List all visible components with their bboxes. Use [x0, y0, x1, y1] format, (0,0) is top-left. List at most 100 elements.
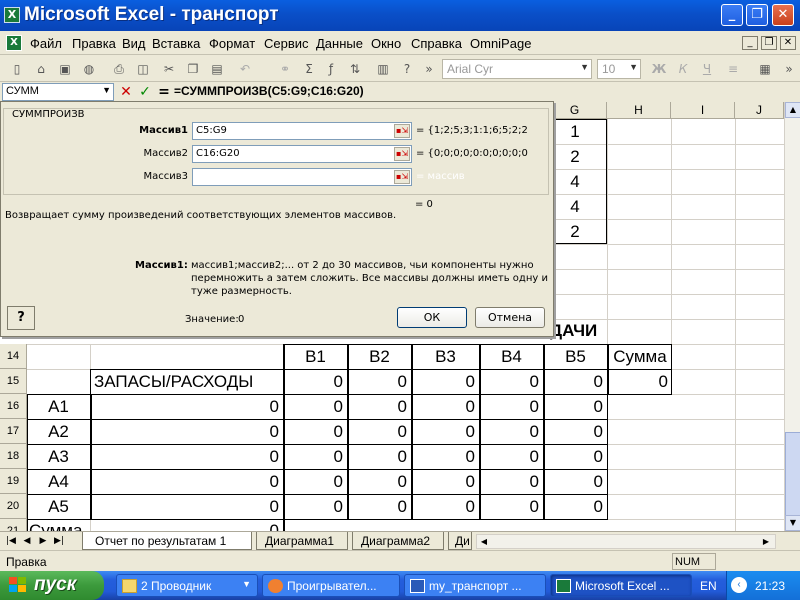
table-cell[interactable]: 0 — [284, 447, 347, 467]
underline-icon[interactable]: Ч — [698, 60, 716, 78]
table-cell[interactable]: 0 — [480, 447, 543, 467]
row-header[interactable]: 19 — [0, 469, 27, 494]
collapse-dialog-icon[interactable]: ▪⇲ — [394, 147, 410, 161]
table-cell[interactable]: 0 — [412, 497, 479, 517]
row-header[interactable]: 18 — [0, 444, 27, 469]
sheet-tab-report[interactable]: Отчет по результатам 1 — [82, 532, 252, 550]
language-indicator[interactable]: EN — [700, 579, 717, 593]
hyperlink-icon[interactable]: ⚭ — [276, 60, 294, 78]
table-cell[interactable]: 0 — [284, 422, 347, 442]
supply-cell[interactable]: 0 — [412, 372, 479, 392]
prev-sheet-icon[interactable]: ◀ — [20, 534, 34, 548]
sheet-tab-chart3[interactable]: Ди — [448, 532, 472, 550]
more-icon-2[interactable]: » — [780, 60, 798, 78]
menu-file[interactable]: Файл — [30, 36, 62, 51]
close-button[interactable]: ✕ — [772, 4, 794, 26]
arg1-input[interactable]: C5:G9 ▪⇲ — [192, 122, 412, 140]
chart-icon[interactable]: ▥ — [374, 60, 392, 78]
doc-close-button[interactable]: ✕ — [780, 36, 796, 50]
undo-icon[interactable]: ↶ — [236, 60, 254, 78]
supply-cell[interactable]: 0 — [348, 372, 411, 392]
header-cell[interactable]: B1 — [284, 347, 347, 367]
header-cell[interactable]: B4 — [480, 347, 543, 367]
scroll-thumb[interactable] — [785, 432, 800, 522]
supply-cell[interactable]: 0 — [544, 372, 607, 392]
header-cell[interactable]: B2 — [348, 347, 411, 367]
row-header[interactable]: 16 — [0, 394, 27, 419]
horizontal-scrollbar[interactable]: ◀ ▶ — [476, 534, 776, 549]
maximize-button[interactable]: ❐ — [746, 4, 768, 26]
task-explorer[interactable]: 2 Проводник ▼ — [116, 574, 258, 597]
task-excel[interactable]: Microsoft Excel ... — [550, 574, 692, 597]
sheet-tab-chart1[interactable]: Диаграмма1 — [256, 532, 348, 550]
sort-icon[interactable]: ⇅ — [346, 60, 364, 78]
italic-icon[interactable]: К — [674, 60, 692, 78]
font-name-select[interactable]: Arial Cyr ▼ — [442, 59, 592, 79]
supply-cell[interactable]: 0 — [284, 372, 347, 392]
help-icon[interactable]: ? — [398, 60, 416, 78]
minimize-button[interactable]: _ — [721, 4, 743, 26]
menu-tools[interactable]: Сервис — [264, 36, 309, 51]
start-button[interactable]: пуск — [0, 571, 104, 600]
row-label[interactable]: A2 — [27, 422, 90, 442]
scroll-right-icon[interactable]: ▶ — [759, 535, 773, 549]
menu-edit[interactable]: Правка — [72, 36, 116, 51]
row-total[interactable]: 0 — [91, 472, 283, 492]
doc-minimize-button[interactable]: _ — [742, 36, 758, 50]
collapse-dialog-icon[interactable]: ▪⇲ — [394, 170, 410, 184]
table-cell[interactable]: 0 — [284, 497, 347, 517]
preview-icon[interactable]: ◫ — [134, 60, 152, 78]
workbook-icon[interactable]: X — [6, 35, 22, 51]
table-cell[interactable]: 0 — [480, 422, 543, 442]
column-header-i[interactable]: I — [671, 102, 735, 119]
help-button[interactable]: ? — [7, 306, 35, 330]
table-cell[interactable]: 0 — [348, 447, 411, 467]
formula-input[interactable]: =СУММПРОИЗВ(C5:G9;C16:G20) — [174, 84, 364, 98]
task-media-player[interactable]: Проигрывател... — [262, 574, 400, 597]
table-cell[interactable]: 0 — [348, 397, 411, 417]
menu-help[interactable]: Справка — [411, 36, 462, 51]
row-total[interactable]: 0 — [91, 422, 283, 442]
row-header[interactable]: 17 — [0, 419, 27, 444]
copy-icon[interactable]: ❐ — [184, 60, 202, 78]
last-sheet-icon[interactable]: ▶| — [52, 534, 66, 548]
supply-label[interactable]: ЗАПАСЫ/РАСХОДЫ — [94, 372, 253, 392]
ok-button[interactable]: ОК — [397, 307, 467, 328]
table-cell[interactable]: 0 — [544, 472, 607, 492]
more-icon[interactable]: » — [420, 60, 438, 78]
supply-cell[interactable]: 0 — [608, 372, 672, 392]
scroll-up-icon[interactable]: ▲ — [785, 102, 800, 118]
borders-icon[interactable]: ▦ — [756, 60, 774, 78]
row-header[interactable]: 20 — [0, 494, 27, 519]
table-cell[interactable]: 0 — [480, 472, 543, 492]
row-label[interactable]: A4 — [27, 472, 90, 492]
row-header[interactable]: 14 — [0, 344, 27, 369]
new-icon[interactable]: ▯ — [8, 60, 26, 78]
table-cell[interactable]: 0 — [348, 497, 411, 517]
collapse-dialog-icon[interactable]: ▪⇲ — [394, 124, 410, 138]
name-box[interactable]: СУММ ▼ — [2, 83, 114, 101]
table-cell[interactable]: 0 — [348, 472, 411, 492]
row-total[interactable]: 0 — [91, 447, 283, 467]
table-cell[interactable]: 0 — [544, 497, 607, 517]
sheet-tab-chart2[interactable]: Диаграмма2 — [352, 532, 444, 550]
print-icon[interactable]: ⎙ — [110, 60, 128, 78]
cancel-button[interactable]: Отмена — [475, 307, 545, 328]
menu-window[interactable]: Окно — [371, 36, 401, 51]
vertical-scrollbar[interactable]: ▲ ▼ — [784, 102, 800, 531]
table-cell[interactable]: 0 — [544, 397, 607, 417]
sum-label[interactable]: Сумма — [29, 521, 82, 531]
arg3-input[interactable]: ▪⇲ — [192, 168, 412, 186]
header-cell[interactable]: Сумма — [608, 347, 672, 367]
clock[interactable]: 21:23 — [755, 579, 785, 593]
supply-cell[interactable]: 0 — [480, 372, 543, 392]
cut-icon[interactable]: ✂ — [160, 60, 178, 78]
doc-restore-button[interactable]: ❐ — [761, 36, 777, 50]
menu-data[interactable]: Данные — [316, 36, 363, 51]
menu-view[interactable]: Вид — [122, 36, 146, 51]
column-header-j[interactable]: J — [735, 102, 784, 119]
function-icon[interactable]: ƒ — [322, 60, 340, 78]
table-cell[interactable]: 0 — [412, 397, 479, 417]
table-cell[interactable]: 0 — [412, 472, 479, 492]
table-cell[interactable]: 0 — [544, 447, 607, 467]
